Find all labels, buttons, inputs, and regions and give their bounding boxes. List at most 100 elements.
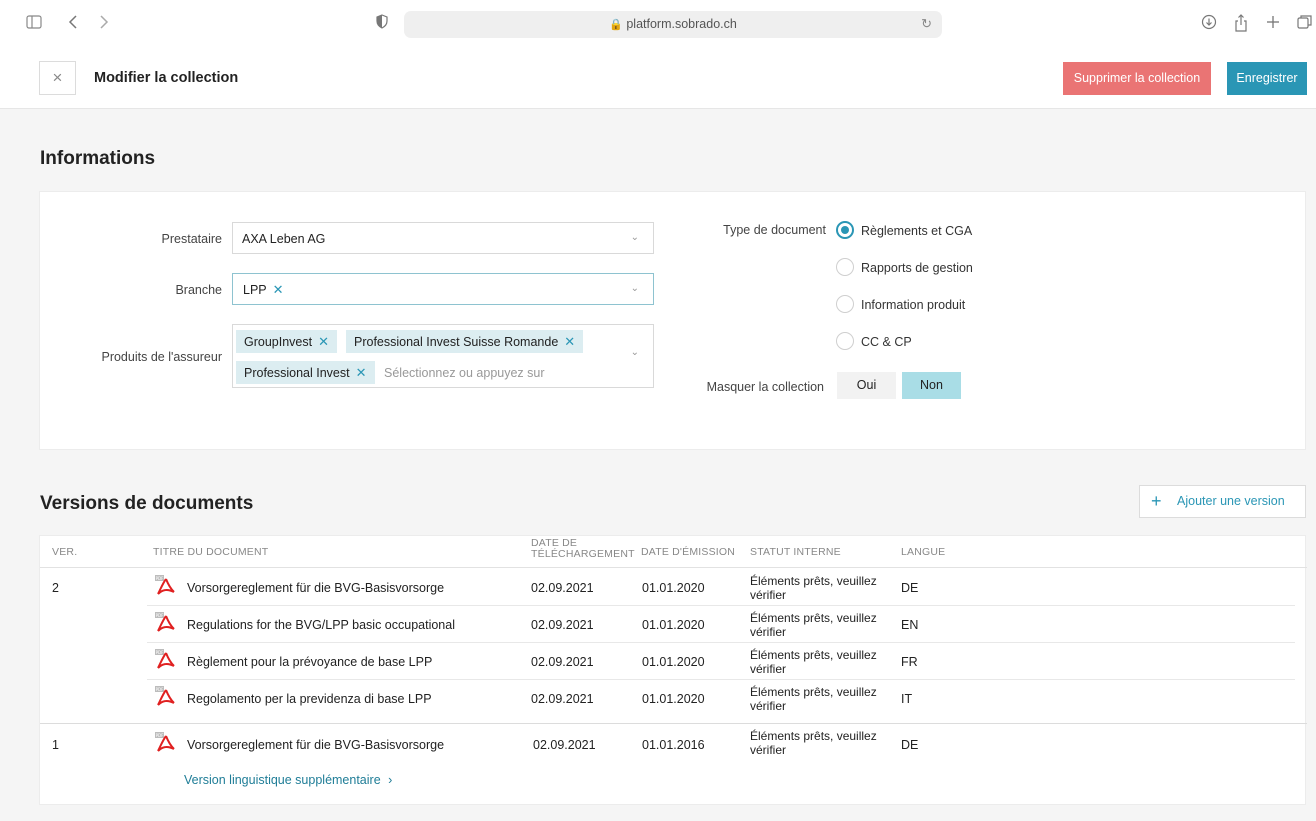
document-title-link[interactable]: Regolamento per la previdenza di base LP… [187,692,432,706]
language: EN [901,618,919,632]
plus-icon[interactable] [1266,14,1280,34]
pdf-file-icon: PDF [154,648,176,670]
sidebar-icon[interactable] [26,14,42,34]
col-titre: Titre du document [153,546,269,558]
radio-reglements[interactable] [836,221,854,239]
produits-placeholder[interactable]: Sélectionnez ou appuyez sur [384,366,545,380]
status-text: Éléments prêts, veuillez vérifier [750,729,877,757]
document-title-link[interactable]: Règlement pour la prévoyance de base LPP [187,655,432,669]
document-title-link[interactable]: Regulations for the BVG/LPP basic occupa… [187,618,455,632]
svg-text:PDF: PDF [156,613,164,618]
row-divider [147,605,1295,606]
radio-label: Information produit [861,298,966,312]
close-icon: × [52,68,63,87]
plus-icon: + [1151,491,1162,511]
url-text: 🔒 platform.sobrado.ch [609,17,737,31]
produits-select[interactable]: GroupInvest ✕ Professional Invest Suisse … [232,324,654,388]
informations-title: Informations [40,148,156,169]
download-icon[interactable] [1201,14,1217,35]
branche-label: Branche [175,283,222,297]
chevron-right-icon: › [388,773,393,787]
chevron-right-icon[interactable] [99,14,109,35]
app-header: × Modifier la collection Supprimer la co… [0,52,1316,109]
browser-toolbar: 🔒 platform.sobrado.ch ↻ [0,0,1316,52]
col-date-em: Date d'émission [641,546,736,558]
row-divider [147,642,1295,643]
upload-date: 02.09.2021 [531,618,594,632]
lock-icon: 🔒 [609,19,623,31]
delete-collection-button[interactable]: Supprimer la collection [1063,62,1211,95]
radio-cc-cp[interactable] [836,332,854,350]
col-statut: Statut interne [750,546,841,558]
share-icon[interactable] [1234,14,1248,37]
language: DE [901,738,919,752]
reload-icon[interactable]: ↻ [921,16,932,32]
document-title-link[interactable]: Vorsorgereglement für die BVG-Basisvorso… [187,581,444,595]
language: IT [901,692,913,706]
svg-text:PDF: PDF [156,576,164,581]
upload-date: 02.09.2021 [533,738,596,752]
tabs-icon[interactable] [1297,14,1313,35]
versions-title: Versions de documents [40,493,254,514]
remove-tag-icon[interactable]: ✕ [318,334,329,349]
issue-date: 01.01.2020 [642,618,705,632]
version-divider [40,723,1307,724]
chevron-down-icon: ⌄ [630,232,639,243]
pdf-file-icon: PDF [154,685,176,707]
table-row-ver: 2 [52,581,59,595]
svg-text:PDF: PDF [156,687,164,692]
status-text: Éléments prêts, veuillez vérifier [750,574,877,602]
masquer-label: Masquer la collection [706,380,824,394]
col-langue: Langue [901,546,946,558]
add-version-button[interactable]: + Ajouter une version [1139,485,1306,518]
issue-date: 01.01.2020 [642,581,705,595]
status-text: Éléments prêts, veuillez vérifier [750,611,877,639]
toggle-non[interactable]: Non [902,372,961,399]
radio-information[interactable] [836,295,854,313]
remove-tag-icon[interactable]: ✕ [273,282,284,297]
prestataire-label: Prestataire [161,232,222,246]
issue-date: 01.01.2020 [642,655,705,669]
radio-label: CC & CP [861,335,912,349]
row-divider [147,679,1295,680]
page-title: Modifier la collection [94,70,239,86]
language: FR [901,655,918,669]
header-divider [40,567,1307,568]
prestataire-value: AXA Leben AG [242,232,326,246]
address-bar[interactable]: 🔒 platform.sobrado.ch ↻ [404,11,942,38]
col-date-tel: Date de téléchargement [531,537,635,560]
shield-icon[interactable] [376,14,388,34]
svg-text:PDF: PDF [156,650,164,655]
toggle-oui[interactable]: Oui [837,372,896,399]
pdf-file-icon: PDF [154,574,176,596]
table-row-ver: 1 [52,738,59,752]
produits-label: Produits de l'assureur [101,350,222,364]
status-text: Éléments prêts, veuillez vérifier [750,685,877,713]
produit-tag: Professional Invest Suisse Romande ✕ [346,330,584,353]
prestataire-select[interactable]: AXA Leben AG ⌄ [232,222,654,254]
status-text: Éléments prêts, veuillez vérifier [750,648,877,676]
remove-tag-icon[interactable]: ✕ [564,334,575,349]
chevron-left-icon[interactable] [68,14,78,35]
col-ver: Ver. [52,546,78,558]
language: DE [901,581,919,595]
versions-table: Ver. Titre du document Date de télécharg… [39,535,1307,805]
additional-language-link[interactable]: Version linguistique supplémentaire › [184,773,392,787]
close-button[interactable]: × [39,61,76,95]
upload-date: 02.09.2021 [531,581,594,595]
upload-date: 02.09.2021 [531,692,594,706]
pdf-file-icon: PDF [154,611,176,633]
remove-tag-icon[interactable]: ✕ [356,365,367,380]
svg-text:PDF: PDF [156,733,164,738]
type-document-label: Type de document [723,223,826,237]
informations-card: Prestataire AXA Leben AG ⌄ Branche LPP ✕ … [39,191,1306,450]
chevron-down-icon: ⌄ [630,347,639,358]
save-button[interactable]: Enregistrer [1227,62,1307,95]
pdf-file-icon: PDF [154,731,176,753]
radio-rapports[interactable] [836,258,854,276]
issue-date: 01.01.2016 [642,738,705,752]
upload-date: 02.09.2021 [531,655,594,669]
branche-select[interactable]: LPP ✕ ⌄ [232,273,654,305]
issue-date: 01.01.2020 [642,692,705,706]
document-title-link[interactable]: Vorsorgereglement für die BVG-Basisvorso… [187,738,444,752]
